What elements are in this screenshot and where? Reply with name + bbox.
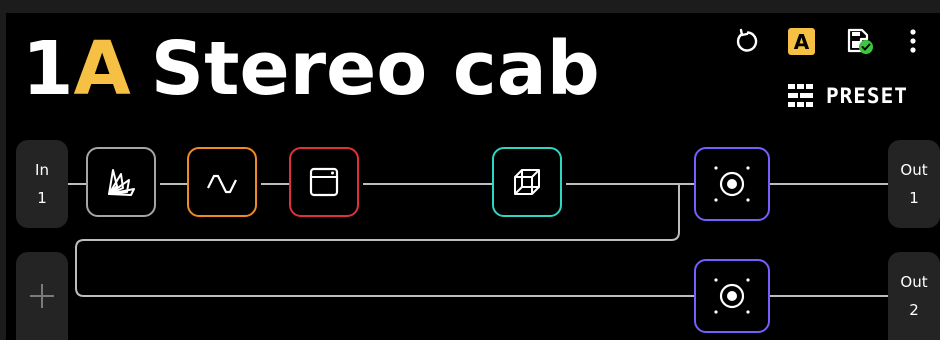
block-cab-1[interactable] (694, 147, 770, 221)
eq-filter-icon (207, 174, 237, 194)
output-1[interactable]: Out 1 (888, 140, 940, 228)
output-number: 1 (909, 189, 919, 207)
block-eq[interactable] (187, 147, 257, 217)
plus-icon (30, 284, 54, 308)
input-1[interactable]: In 1 (16, 140, 68, 228)
input-number: 1 (37, 189, 47, 207)
amp-icon (309, 167, 339, 197)
block-cab-2[interactable] (694, 259, 770, 333)
output-number: 2 (909, 301, 919, 319)
block-amp[interactable] (289, 147, 359, 217)
cube-icon (514, 169, 540, 195)
block-cube[interactable] (492, 147, 562, 217)
output-label: Out (900, 161, 928, 179)
output-2[interactable]: Out 2 (888, 252, 940, 340)
output-label: Out (900, 273, 928, 291)
speaker-cab-icon (714, 278, 750, 314)
add-input-button[interactable] (16, 252, 68, 340)
dynamics-icon (108, 169, 135, 196)
block-dynamics[interactable] (86, 147, 156, 217)
speaker-cab-icon (714, 166, 750, 202)
input-label: In (35, 161, 49, 179)
